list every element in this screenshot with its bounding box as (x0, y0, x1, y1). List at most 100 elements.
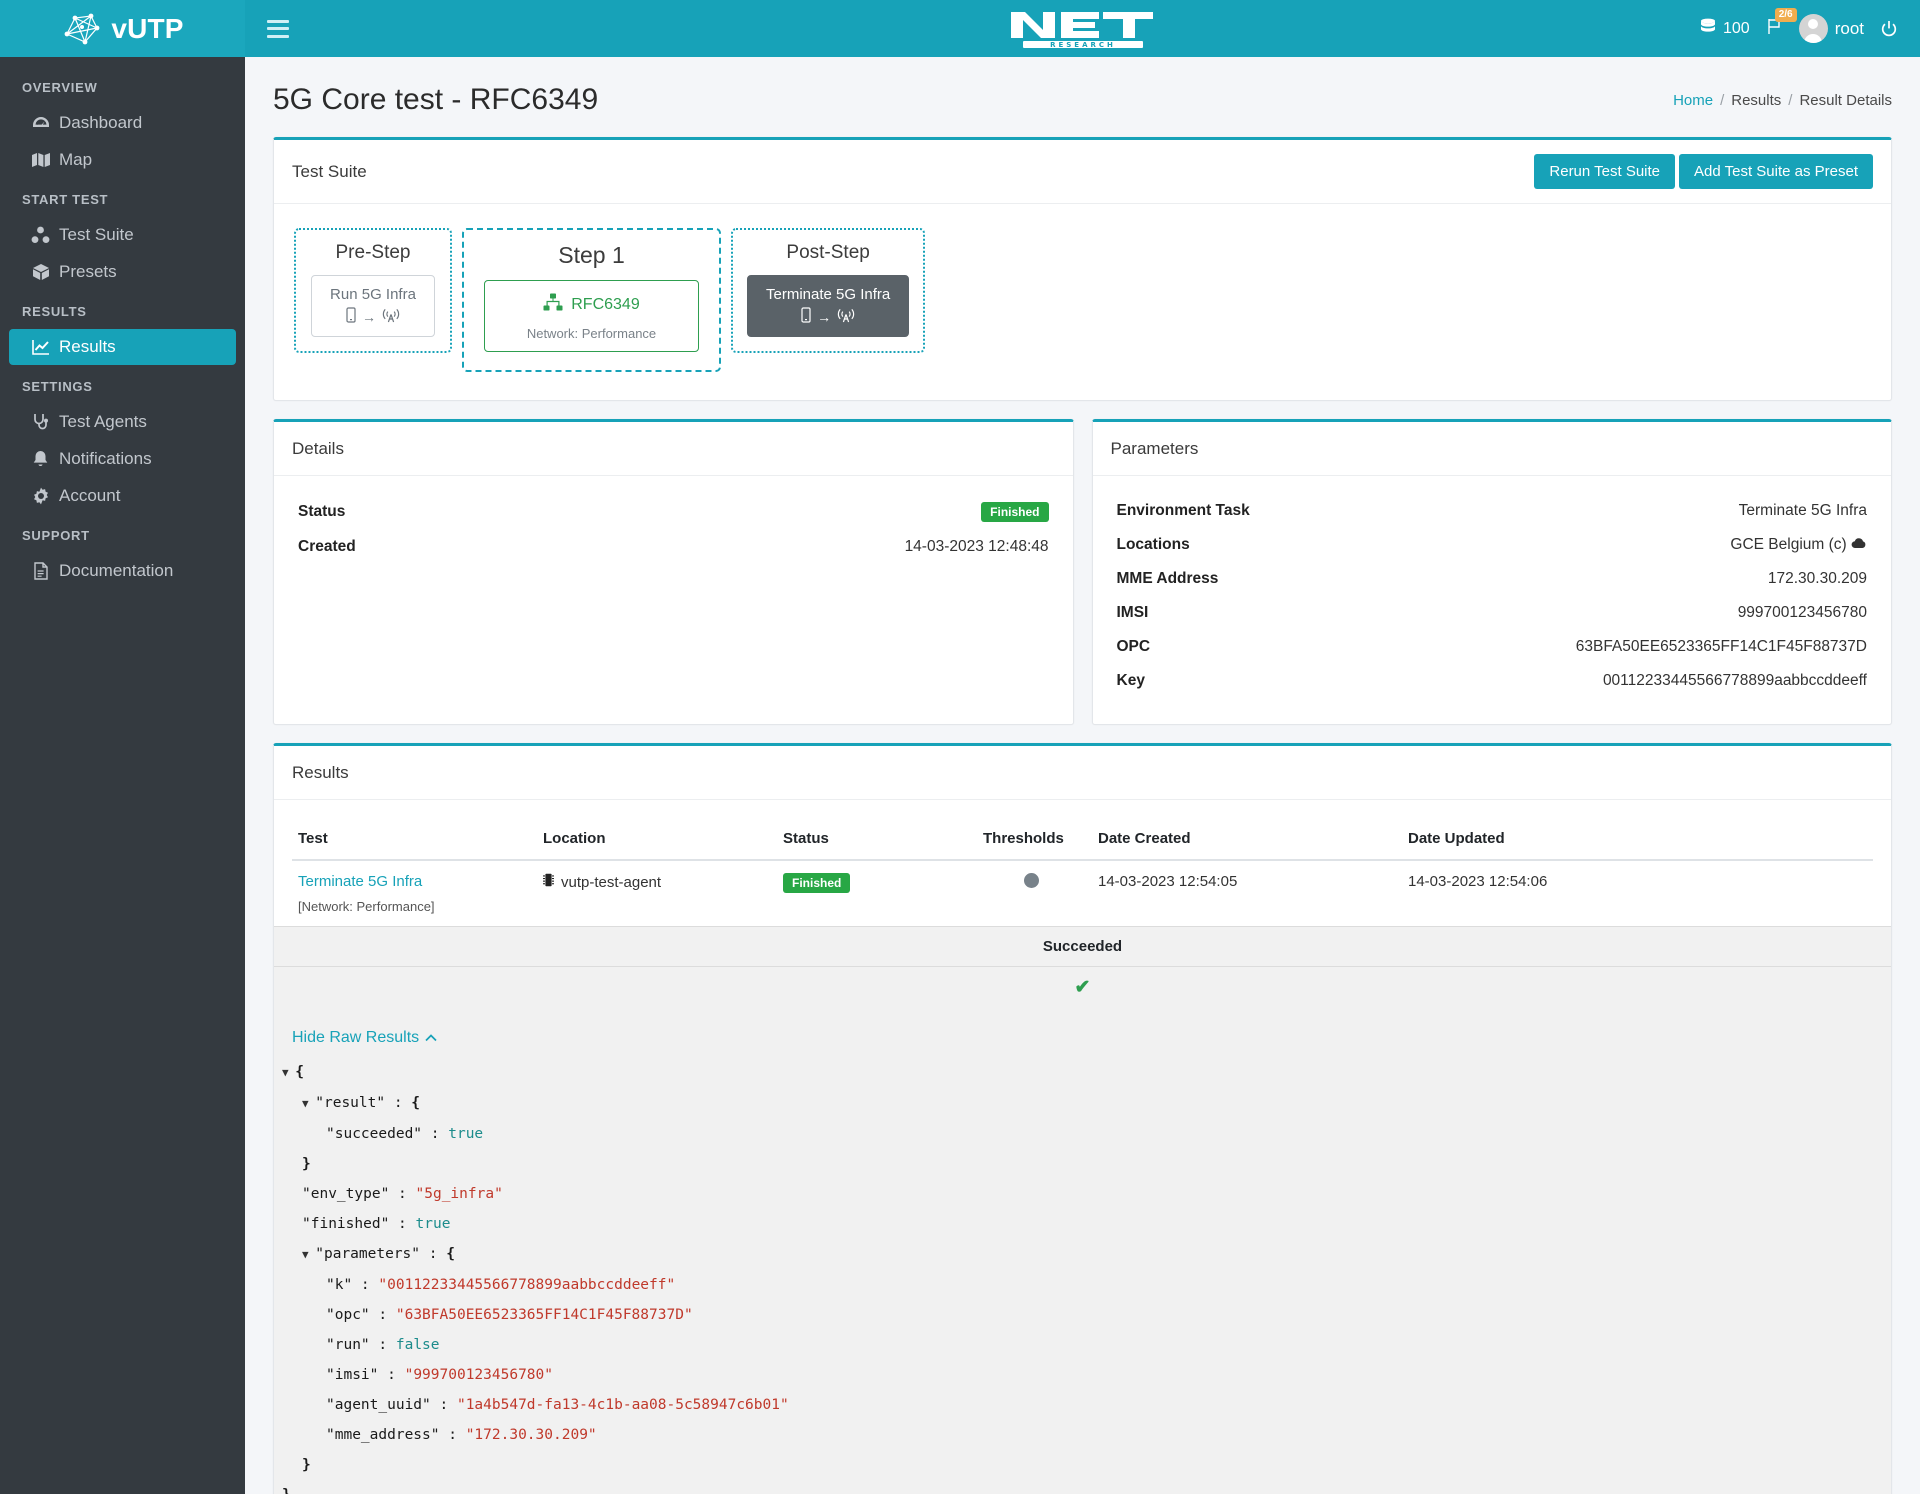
json-key: "env_type" (302, 1186, 390, 1202)
brand-logo-area[interactable]: vUTP (0, 0, 245, 57)
net-research-logo: RESEARCH (1003, 6, 1163, 50)
sidebar-item-label: Test Agents (59, 412, 147, 431)
sidebar-item-results[interactable]: Results (9, 329, 236, 365)
sidebar-item-account[interactable]: Account (9, 478, 236, 514)
json-line: } (282, 1450, 1891, 1480)
test-suite-icon (31, 226, 50, 245)
add-test-suite-as-preset-button[interactable]: Add Test Suite as Preset (1679, 154, 1873, 189)
cell-date-updated: 14-03-2023 12:54:06 (1408, 873, 1548, 890)
task-label: Run 5G Infra (330, 286, 416, 303)
step-1-box: Step 1 RFC6349 Network: Performance (462, 228, 721, 372)
rerun-test-suite-button[interactable]: Rerun Test Suite (1534, 154, 1676, 189)
json-separator: : (369, 1307, 396, 1323)
breadcrumb-home[interactable]: Home (1673, 92, 1713, 109)
parameters-row: IMSI 999700123456780 (1113, 596, 1872, 630)
row-value: 00112233445566778899aabbccddeeff (1602, 672, 1867, 689)
card-title: Results (292, 762, 349, 782)
user-menu[interactable]: root (1798, 14, 1864, 43)
json-collapse-triangle-icon[interactable]: ▼ (282, 1066, 295, 1079)
grey-dot-icon[interactable] (1024, 873, 1039, 888)
test-link[interactable]: Terminate 5G Infra (298, 873, 422, 890)
row-value: 63BFA50EE6523365FF14C1F45F88737D (1575, 638, 1867, 655)
json-value: "172.30.30.209" (465, 1427, 597, 1443)
sidebar-header-overview: OVERVIEW (22, 80, 98, 95)
pre-step-box: Pre-Step Run 5G Infra → (294, 228, 452, 353)
status-badge: Finished (783, 873, 851, 893)
json-key: "k" (326, 1277, 353, 1293)
json-collapse-triangle-icon[interactable]: ▼ (302, 1248, 315, 1261)
sidebar-item-notifications[interactable]: Notifications (9, 441, 236, 477)
flag-indicator[interactable]: 2/6 (1766, 8, 1797, 40)
json-line: } (282, 1149, 1891, 1179)
location-value: GCE Belgium (c) (1730, 536, 1847, 553)
column-header-location[interactable]: Location (537, 818, 777, 861)
sidebar: OVERVIEW Dashboard Map START TEST Test S… (0, 57, 245, 1494)
row-key: OPC (1116, 638, 1151, 655)
credits-indicator[interactable]: 100 (1700, 18, 1750, 40)
json-key: "succeeded" (326, 1126, 423, 1142)
json-separator: : (389, 1216, 416, 1232)
json-key: "agent_uuid" (326, 1397, 431, 1413)
details-table: Status Finished Created 14-03-2023 12:48… (294, 494, 1053, 564)
parameters-row: Key 00112233445566778899aabbccddeeff (1113, 664, 1872, 698)
cell-thresholds (977, 860, 1092, 926)
json-collapse-triangle-icon[interactable]: ▼ (302, 1097, 315, 1110)
column-header-date-created[interactable]: Date Created (1092, 818, 1402, 861)
json-key: "parameters" (315, 1246, 421, 1262)
breadcrumb-separator: / (1720, 91, 1725, 109)
sidebar-item-presets[interactable]: Presets (9, 254, 236, 290)
steps-row: Pre-Step Run 5G Infra → Step 1 RFC6349 N… (292, 222, 1873, 382)
bell-icon (31, 450, 50, 469)
sidebar-item-test-agents[interactable]: Test Agents (9, 404, 236, 440)
flag-badge: 2/6 (1774, 8, 1797, 22)
json-value: "5g_infra" (415, 1186, 503, 1202)
details-row-status: Status Finished (294, 494, 1053, 530)
row-key: MME Address (1116, 570, 1219, 587)
sidebar-item-documentation[interactable]: Documentation (9, 553, 236, 589)
results-card-header: Results (274, 746, 1891, 800)
antenna-icon (837, 307, 855, 326)
json-line: "env_type" : "5g_infra" (282, 1179, 1891, 1209)
json-line: ▼ "result" : { (282, 1088, 1891, 1119)
json-value: { (295, 1064, 304, 1080)
card-title: Parameters (1110, 438, 1199, 458)
column-header-thresholds[interactable]: Thresholds (977, 818, 1092, 861)
json-value: "00112233445566778899aabbccddeeff" (378, 1277, 676, 1293)
json-value: } (302, 1156, 311, 1172)
sidebar-item-label: Notifications (59, 449, 152, 468)
column-header-test[interactable]: Test (292, 818, 537, 861)
network-graph-icon (61, 12, 101, 46)
json-line: "mme_address" : "172.30.30.209" (282, 1420, 1891, 1450)
row-key: Created (298, 538, 356, 555)
parameters-card-header: Parameters (1092, 422, 1891, 476)
breadcrumb-separator: / (1788, 91, 1793, 109)
raw-json-viewer: ▼ {▼ "result" : {"succeeded" : true} "env… (274, 1057, 1891, 1494)
json-value: } (302, 1457, 311, 1473)
row-value: 14-03-2023 12:48:48 (904, 538, 1049, 555)
hide-raw-results-toggle[interactable]: Hide Raw Results (274, 1013, 442, 1055)
sidebar-item-test-suite[interactable]: Test Suite (9, 217, 236, 253)
column-header-status[interactable]: Status (777, 818, 977, 861)
column-header-date-updated[interactable]: Date Updated (1402, 818, 1873, 861)
hamburger-icon[interactable] (267, 19, 289, 38)
mobile-icon (346, 307, 356, 326)
breadcrumb-results[interactable]: Results (1731, 92, 1781, 109)
details-parameters-row: Details Status Finished Created 14-03-20… (273, 419, 1892, 725)
task-card-terminate-5g-infra[interactable]: Terminate 5G Infra → (747, 275, 910, 337)
task-flow: → (801, 307, 855, 326)
parameters-row: Environment Task Terminate 5G Infra (1113, 494, 1872, 528)
json-line: "run" : false (282, 1330, 1891, 1360)
task-card-rfc6349[interactable]: RFC6349 Network: Performance (484, 280, 699, 352)
sidebar-item-dashboard[interactable]: Dashboard (9, 105, 236, 141)
json-value: "63BFA50EE6523365FF14C1F45F88737D" (395, 1307, 693, 1323)
microchip-icon (543, 873, 554, 891)
power-icon[interactable] (1880, 20, 1898, 38)
details-card-header: Details (274, 422, 1073, 476)
json-separator: : (352, 1277, 379, 1293)
breadcrumb-current: Result Details (1799, 91, 1892, 109)
json-separator: : (439, 1427, 466, 1443)
task-label: RFC6349 (571, 295, 640, 313)
task-card-run-5g-infra[interactable]: Run 5G Infra → (311, 275, 435, 337)
card-title: Test Suite (292, 161, 367, 181)
sidebar-item-map[interactable]: Map (9, 142, 236, 178)
